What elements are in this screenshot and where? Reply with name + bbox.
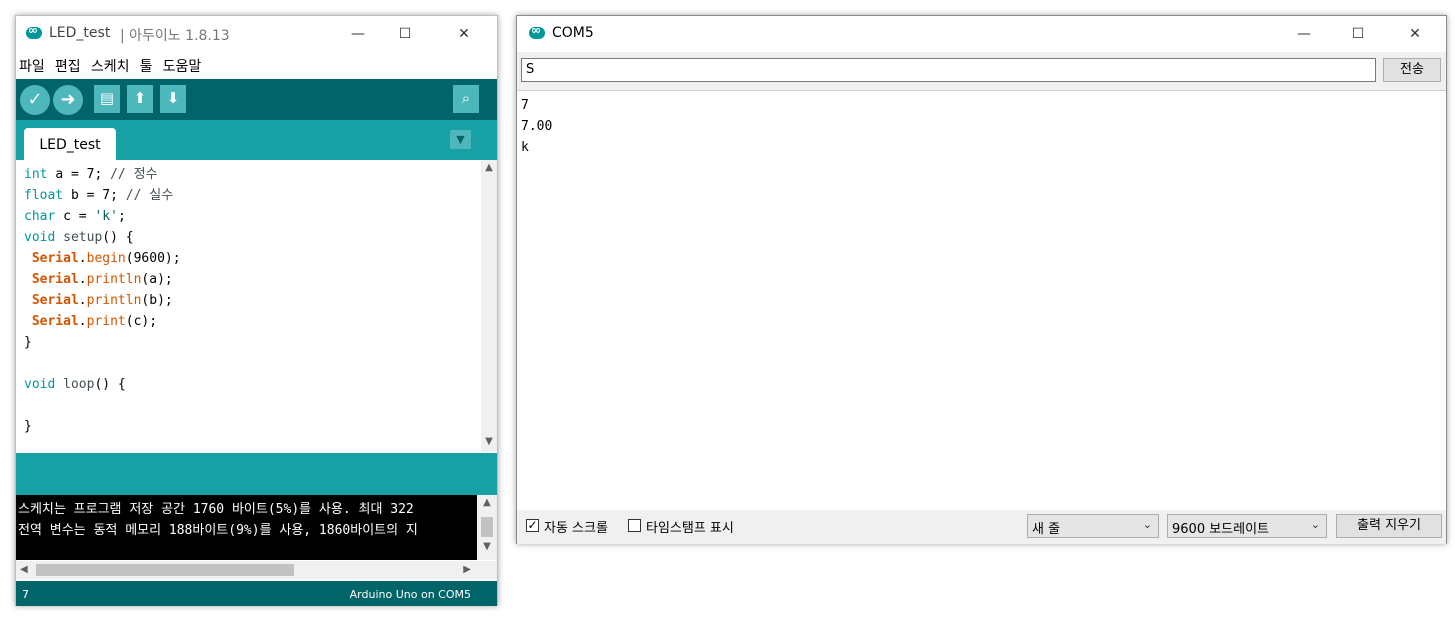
menu-bar: 파일 편집 스케치 툴 도움말: [16, 52, 497, 78]
code-line: }: [24, 419, 32, 434]
tab-bar: LED_test ▼: [16, 120, 497, 160]
serial-monitor-icon[interactable]: ⌕: [453, 85, 479, 113]
ide-toolbar: ✓ ➜ ▤ ⬆ ⬇ ⌕: [16, 79, 497, 120]
code-line: int a = 7; // 정수: [24, 167, 158, 182]
send-row: S 전송: [517, 54, 1446, 90]
horizontal-scroll-thumb[interactable]: [36, 564, 294, 576]
maximize-button[interactable]: ☐: [1335, 16, 1381, 52]
serial-output[interactable]: 7 7.00 k: [517, 90, 1446, 513]
console-line: 스케치는 프로그램 저장 공간 1760 바이트(5%)를 사용. 최대 322: [18, 502, 414, 517]
output-line: 7: [521, 98, 529, 113]
autoscroll-checkbox[interactable]: ✓: [526, 519, 539, 532]
status-band: [16, 453, 497, 495]
autoscroll-label: 자동 스크롤: [544, 521, 608, 536]
console-line: 전역 변수는 동적 메모리 188바이트(9%)를 사용, 1860바이트의 지: [18, 523, 418, 538]
menu-file[interactable]: 파일: [16, 52, 48, 76]
output-line: k: [521, 140, 529, 155]
code-line: Serial.println(b);: [31, 293, 173, 308]
code-line: Serial.println(a);: [31, 272, 173, 287]
menu-tools[interactable]: 툴: [137, 52, 156, 76]
clear-output-button[interactable]: 출력 지우기: [1336, 514, 1442, 538]
menu-help[interactable]: 도움말: [160, 52, 205, 76]
save-icon[interactable]: ⬇: [160, 85, 186, 113]
new-icon[interactable]: ▤: [94, 85, 120, 113]
code-line: Serial.begin(9600);: [31, 251, 181, 266]
footer-line-number: 7: [22, 588, 29, 601]
arduino-ide-window: LED_test | 아두이노 1.8.13 — ☐ ✕ 파일 편집 스케치 툴…: [15, 15, 498, 606]
tab-menu-chevron-down-icon[interactable]: ▼: [450, 130, 471, 149]
code-text[interactable]: int a = 7; // 정수 float b = 7; // 실수 char c…: [24, 164, 181, 437]
console-horizontal-scrollbar[interactable]: ◀ ▶: [16, 561, 497, 579]
serial-send-input[interactable]: S: [521, 58, 1376, 82]
console-scroll-down-icon[interactable]: ▼: [479, 541, 495, 552]
minimize-button[interactable]: —: [335, 16, 381, 52]
close-button[interactable]: ✕: [1392, 16, 1438, 52]
baud-rate-value: 9600 보드레이트: [1172, 522, 1270, 537]
console-scroll-up-icon[interactable]: ▲: [479, 497, 495, 508]
serial-bottom-bar: ✓ 자동 스크롤 타임스탬프 표시 새 줄 ⌄ 9600 보드레이트 ⌄ 출력 …: [517, 510, 1446, 544]
timestamp-label: 타임스탬프 표시: [646, 521, 734, 536]
code-line: float b = 7; // 실수: [24, 188, 174, 203]
baud-rate-select[interactable]: 9600 보드레이트 ⌄: [1167, 514, 1327, 538]
code-editor[interactable]: int a = 7; // 정수 float b = 7; // 실수 char c…: [16, 160, 481, 452]
ide-title-sketch: LED_test: [49, 25, 111, 41]
code-line: Serial.print(c);: [31, 314, 158, 329]
editor-vertical-scrollbar[interactable]: ▲ ▼: [481, 160, 497, 452]
serial-title: COM5: [552, 25, 594, 41]
scroll-down-icon[interactable]: ▼: [481, 436, 497, 447]
output-line: 7.00: [521, 119, 553, 134]
send-button[interactable]: 전송: [1383, 58, 1441, 82]
close-button[interactable]: ✕: [441, 16, 487, 52]
code-line: }: [24, 335, 32, 350]
code-line: char c = 'k';: [24, 209, 126, 224]
code-line: void loop() {: [24, 377, 126, 392]
maximize-button[interactable]: ☐: [382, 16, 428, 52]
console-output: 스케치는 프로그램 저장 공간 1760 바이트(5%)를 사용. 최대 322…: [16, 495, 497, 560]
ide-footer: 7 Arduino Uno on COM5: [16, 581, 497, 606]
serial-titlebar[interactable]: COM5 — ☐ ✕: [517, 16, 1446, 52]
scroll-right-icon[interactable]: ▶: [463, 564, 471, 575]
line-ending-value: 새 줄: [1032, 522, 1061, 537]
console-scroll-thumb[interactable]: [481, 517, 493, 537]
code-line: void setup() {: [24, 230, 134, 245]
chevron-down-icon: ⌄: [1310, 518, 1320, 531]
menu-sketch[interactable]: 스케치: [88, 52, 133, 76]
footer-board-port: Arduino Uno on COM5: [349, 588, 471, 601]
menu-edit[interactable]: 편집: [52, 52, 84, 76]
arduino-logo-icon: [26, 23, 42, 39]
ide-titlebar[interactable]: LED_test | 아두이노 1.8.13 — ☐ ✕: [16, 16, 497, 52]
tab-led-test[interactable]: LED_test: [24, 128, 116, 160]
scroll-left-icon[interactable]: ◀: [20, 564, 28, 575]
scroll-up-icon[interactable]: ▲: [481, 162, 497, 173]
line-ending-select[interactable]: 새 줄 ⌄: [1027, 514, 1159, 538]
minimize-button[interactable]: —: [1281, 16, 1327, 52]
timestamp-checkbox[interactable]: [628, 519, 641, 532]
ide-title-app: | 아두이노 1.8.13: [120, 28, 230, 44]
verify-icon[interactable]: ✓: [20, 85, 50, 115]
console-vertical-scrollbar[interactable]: ▲ ▼: [477, 495, 497, 560]
open-icon[interactable]: ⬆: [127, 85, 153, 113]
upload-icon[interactable]: ➜: [53, 85, 83, 115]
serial-monitor-window: COM5 — ☐ ✕ S 전송 7 7.00 k ✓ 자동 스크롤 타임스탬프 …: [516, 15, 1447, 544]
chevron-down-icon: ⌄: [1142, 518, 1152, 531]
arduino-logo-icon: [529, 23, 545, 39]
